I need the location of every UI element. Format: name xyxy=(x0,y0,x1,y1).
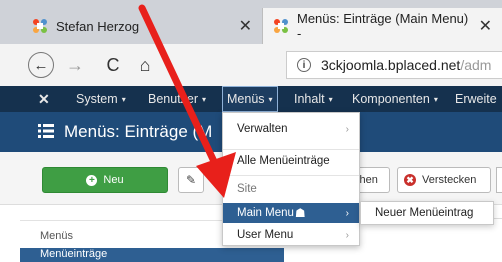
edit-icon: ✎ xyxy=(185,173,197,187)
dropdown-item-alle-menueintraege[interactable]: Alle Menüeinträge xyxy=(223,151,359,171)
chevron-down-icon: ▾ xyxy=(328,94,333,104)
close-tab-icon[interactable]: ✕ xyxy=(239,16,252,36)
back-arrow-icon[interactable]: ← xyxy=(28,52,54,78)
hide-button-label: Verstecken xyxy=(422,174,477,186)
browser-toolbar: ← → C ⌂ i 3ckjoomla.bplaced.net/adm xyxy=(0,44,502,87)
more-button[interactable] xyxy=(496,167,502,193)
dropdown-item-label: User Menu xyxy=(237,229,294,241)
new-button-label: Neu xyxy=(103,174,124,186)
hide-button[interactable]: ✖ Verstecken xyxy=(397,167,491,193)
menu-benutzer-label: Benutzer xyxy=(148,92,199,106)
sidebar-heading: Menüs xyxy=(40,230,74,242)
dropdown-header-site: Site xyxy=(223,179,359,199)
browser-tab-title: Menüs: Einträge (Main Menu) - xyxy=(297,11,469,41)
submenu-neuer-menueintrag[interactable]: Neuer Menüeintrag xyxy=(360,201,494,225)
dropdown-item-user-menu[interactable]: User Menu › xyxy=(223,225,359,245)
menu-komponenten-label: Komponenten xyxy=(352,92,430,106)
menu-menus[interactable]: Menüs ▾ xyxy=(222,86,278,112)
forward-arrow-icon[interactable]: → xyxy=(62,52,88,78)
divider xyxy=(223,175,359,176)
address-bar[interactable]: i 3ckjoomla.bplaced.net/adm xyxy=(286,51,502,79)
list-icon xyxy=(38,124,54,138)
dropdown-item-label: Main Menu xyxy=(237,207,294,219)
menu-erweiterungen-label: Erweite xyxy=(455,92,497,106)
plus-icon: + xyxy=(86,174,98,186)
chevron-down-icon: ▾ xyxy=(268,94,273,104)
menu-inhalt[interactable]: Inhalt ▾ xyxy=(294,86,333,112)
chevron-right-icon: › xyxy=(345,123,349,135)
browser-tab-stefan-herzog[interactable]: Stefan Herzog ✕ xyxy=(22,8,262,44)
dropdown-item-main-menu[interactable]: Main Menu ☗ › xyxy=(223,203,359,223)
site-info-icon[interactable]: i xyxy=(297,58,311,72)
sidebar-item-menueintraege[interactable]: Menüeinträge xyxy=(20,248,284,262)
menu-erweiterungen[interactable]: Erweite xyxy=(455,86,497,112)
page-title: Menüs: Einträge (M xyxy=(64,122,213,141)
joomla-favicon-icon xyxy=(273,18,289,34)
chevron-down-icon: ▾ xyxy=(202,94,207,104)
dropdown-item-verwalten[interactable]: Verwalten › xyxy=(223,119,359,139)
chevron-down-icon: ▾ xyxy=(121,94,126,104)
joomla-favicon-icon xyxy=(32,18,48,34)
admin-menu-bar: ✕ System ▾ Benutzer ▾ Menüs ▾ Inhalt ▾ Kompo… xyxy=(0,86,502,112)
menu-system[interactable]: System ▾ xyxy=(76,86,126,112)
reload-icon[interactable]: C xyxy=(100,52,126,78)
dropdown-item-label: Alle Menüeinträge xyxy=(237,155,330,167)
url-host: 3ckjoomla.bplaced.net xyxy=(321,57,461,73)
dropdown-item-label: Verwalten xyxy=(237,123,288,135)
joomla-logo-icon[interactable]: ✕ xyxy=(38,86,50,112)
new-button[interactable]: + Neu xyxy=(42,167,168,193)
close-tab-icon[interactable]: ✕ xyxy=(479,16,492,36)
home-icon: ☗ xyxy=(294,206,306,220)
menu-inhalt-label: Inhalt xyxy=(294,92,325,106)
browser-tab-title: Stefan Herzog xyxy=(56,18,140,34)
chevron-down-icon: ▾ xyxy=(433,94,438,104)
browser-tab-menus[interactable]: Menüs: Einträge (Main Menu) - ✕ xyxy=(262,8,502,44)
menus-dropdown: Verwalten › Alle Menüeinträge Site Main … xyxy=(222,112,360,246)
divider xyxy=(223,149,359,150)
menu-system-label: System xyxy=(76,92,118,106)
chevron-right-icon: › xyxy=(345,229,349,241)
edit-button[interactable]: ✎ xyxy=(178,167,204,193)
url-path: /adm xyxy=(460,57,492,73)
menu-komponenten[interactable]: Komponenten ▾ xyxy=(352,86,438,112)
chevron-right-icon: › xyxy=(345,207,349,219)
submenu-item-label: Neuer Menüeintrag xyxy=(375,207,474,219)
home-icon[interactable]: ⌂ xyxy=(132,52,158,78)
browser-tab-strip: Stefan Herzog ✕ Menüs: Einträge (Main Me… xyxy=(0,0,502,44)
dropdown-item-label: Site xyxy=(237,183,257,195)
menu-menus-label: Menüs xyxy=(227,92,265,106)
menu-benutzer[interactable]: Benutzer ▾ xyxy=(148,86,206,112)
hide-icon: ✖ xyxy=(404,174,416,186)
